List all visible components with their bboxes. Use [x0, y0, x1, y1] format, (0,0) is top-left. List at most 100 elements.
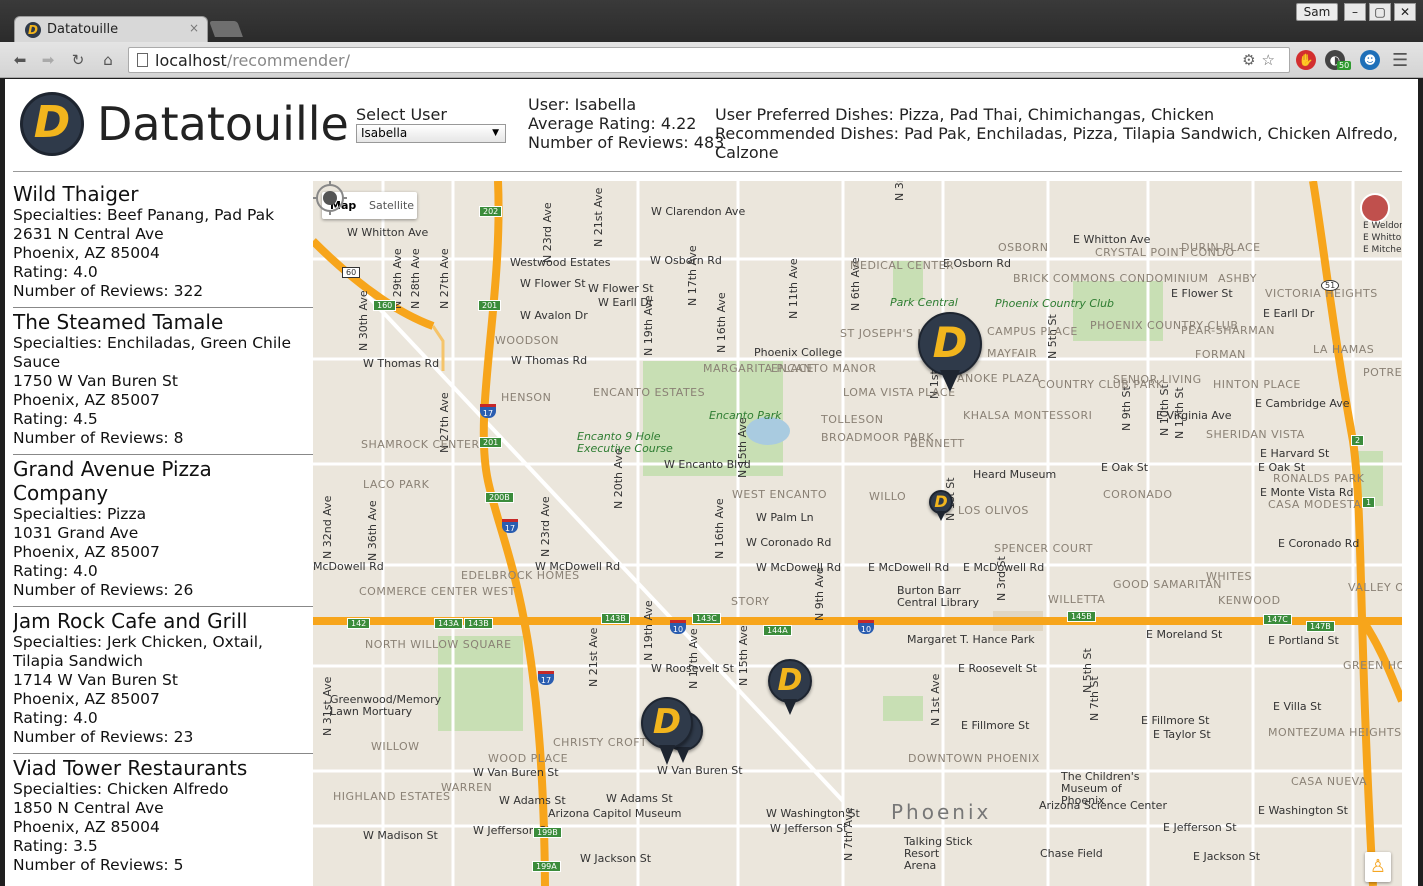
area-label: CASA MODESTA	[1268, 498, 1362, 511]
average-rating: Average Rating: 4.22	[528, 114, 697, 133]
restaurant-reviews: Number of Reviews: 23	[13, 728, 194, 746]
bookmark-star-icon[interactable]: ⚙☆	[1242, 51, 1281, 69]
area-label: LOMA VISTA PLACE	[843, 386, 956, 399]
restaurant-name: The Steamed Tamale	[13, 310, 224, 334]
restaurant-specialties: Specialties: Enchiladas, Green Chile Sau…	[13, 334, 291, 371]
address-bar[interactable]: localhost/recommender/ ⚙☆	[128, 47, 1290, 73]
street-label: N 20th Ave	[612, 448, 625, 509]
restaurant-name: Jam Rock Cafe and Grill	[13, 609, 248, 633]
restaurant-name: Grand Avenue Pizza Company	[13, 457, 212, 505]
avatar-caption: E Weldon	[1363, 221, 1402, 231]
area-label: KENWOOD	[1218, 594, 1281, 607]
area-label: COMMERCE CENTER WEST	[359, 585, 516, 598]
map[interactable]: Map Satellite W Clarendon Ave W Whitton …	[313, 181, 1402, 886]
area-label: LOS OLIVOS	[958, 504, 1029, 517]
preferred-dishes: User Preferred Dishes: Pizza, Pad Thai, …	[715, 105, 1215, 124]
street-label: N 7th Ave	[842, 807, 855, 861]
marker-letter: D	[932, 318, 968, 367]
area-label: NORTH WILLOW SQUARE	[365, 638, 512, 651]
area-label: STORY	[731, 595, 770, 608]
restaurant-card[interactable]: Wild Thaiger Specialties: Beef Panang, P…	[13, 180, 313, 308]
marker-letter: D	[777, 663, 803, 698]
street-label: W Adams St	[606, 792, 673, 805]
street-label: E Harvard St	[1260, 447, 1330, 460]
street-label: E Cambridge Ave	[1255, 397, 1350, 410]
area-label: DURIN PLACE	[1181, 241, 1261, 254]
street-label: N 15th Ave	[736, 417, 749, 478]
route-shield: 145B	[1067, 611, 1096, 622]
ghostery-icon[interactable]: ☻	[1360, 50, 1380, 70]
street-label: W Flower St	[520, 277, 586, 290]
restaurant-city: Phoenix, AZ 85007	[13, 543, 160, 561]
user-select[interactable]: Isabella ▼	[356, 124, 506, 143]
pegman-icon[interactable]: ♙	[1365, 852, 1391, 882]
header-divider	[13, 171, 1402, 172]
reload-icon[interactable]: ↻	[68, 50, 88, 70]
area-label: WILLO	[869, 490, 907, 503]
street-label: N 1st Ave	[929, 673, 942, 726]
restaurant-rating: Rating: 3.5	[13, 837, 98, 855]
avatar-caption: E Whitton	[1363, 233, 1402, 243]
route-shield: 143A	[434, 618, 463, 629]
tab-close-icon[interactable]: ×	[189, 21, 199, 35]
area-label: CORONADO	[1103, 488, 1173, 501]
interstate-shield: 17	[502, 519, 518, 533]
restaurant-reviews: Number of Reviews: 8	[13, 429, 184, 447]
poi-label: Chase Field	[1040, 847, 1103, 860]
url-text[interactable]: localhost/recommender/	[155, 51, 350, 70]
route-shield: 144A	[763, 625, 792, 636]
extension-badge: 50	[1337, 61, 1352, 70]
area-label: WOODSON	[495, 334, 560, 347]
user-avatar[interactable]	[1360, 193, 1390, 223]
profile-button[interactable]: Sam	[1296, 3, 1338, 21]
browser-tab[interactable]: D Datatouille ×	[14, 16, 208, 42]
browser-toolbar: ⬅ ➡ ↻ ⌂ localhost/recommender/ ⚙☆ ✋ ◐ ☻	[0, 42, 1423, 78]
area-label: KHALSA MONTESSORI	[963, 409, 1093, 422]
location-crosshair-icon[interactable]	[313, 181, 347, 215]
street-label: E Earll Dr	[1263, 307, 1315, 320]
selected-user: Isabella	[361, 126, 408, 140]
user-name: User: Isabella	[528, 95, 637, 114]
adblock-icon[interactable]: ✋	[1296, 50, 1316, 70]
tab-title: Datatouille	[47, 22, 119, 37]
area-label: WHITES	[1206, 570, 1253, 583]
back-arrow-icon[interactable]: ⬅	[10, 50, 30, 70]
street-label: W Clarendon Ave	[651, 205, 746, 218]
restaurant-street: 2631 N Central Ave	[13, 225, 164, 243]
route-shield: 143B	[601, 613, 630, 624]
area-label: GREEN HOMES	[1343, 659, 1402, 672]
poi-label: Phoenix College	[754, 346, 843, 359]
satellite-button[interactable]: Satellite	[369, 199, 414, 212]
restaurant-card[interactable]: The Steamed Tamale Specialties: Enchilad…	[13, 308, 313, 455]
street-label: W Coronado Rd	[746, 536, 832, 549]
browser-menu-icon[interactable]: ☰	[1392, 50, 1408, 71]
minimize-button[interactable]: –	[1344, 3, 1366, 21]
restaurant-card[interactable]: Grand Avenue Pizza Company Specialties: …	[13, 455, 313, 607]
route-shield: 143C	[692, 613, 721, 624]
route-shield: 60	[342, 267, 361, 278]
forward-arrow-icon[interactable]: ➡	[38, 50, 58, 70]
area-label: RONALDS PARK	[1273, 472, 1365, 485]
close-window-button[interactable]: ✕	[1394, 3, 1416, 21]
datatouille-favicon-icon: D	[25, 22, 41, 38]
street-label: N 30th Ave	[357, 290, 370, 351]
street-label: N 11th Ave	[787, 258, 800, 319]
area-label: CHRISTY CROFT	[553, 736, 648, 749]
recommended-dishes: Recommended Dishes: Pad Pak, Enchiladas,…	[715, 124, 1398, 162]
area-label: MONTEZUMA HEIGHTS	[1268, 726, 1402, 739]
restaurant-card[interactable]: Viad Tower Restaurants Specialties: Chic…	[13, 754, 313, 881]
new-tab-button[interactable]	[209, 21, 243, 37]
dropdown-arrow-icon: ▼	[492, 128, 499, 138]
home-icon[interactable]: ⌂	[98, 50, 118, 70]
restaurant-reviews: Number of Reviews: 5	[13, 856, 184, 874]
marker-head: D	[641, 697, 693, 749]
restaurant-specialties: Specialties: Jerk Chicken, Oxtail, Tilap…	[13, 633, 263, 670]
street-label: E Roosevelt St	[958, 662, 1037, 675]
restaurant-card[interactable]: Jam Rock Cafe and Grill Specialties: Jer…	[13, 607, 313, 754]
marker-head: D	[918, 312, 982, 376]
street-label: N 12th St	[1173, 387, 1186, 439]
avatar-caption: E Mitchell	[1363, 245, 1402, 255]
maximize-button[interactable]: ▢	[1369, 3, 1391, 21]
area-label: ASHBY	[1218, 272, 1257, 285]
street-label: N 17th Ave	[687, 628, 700, 689]
